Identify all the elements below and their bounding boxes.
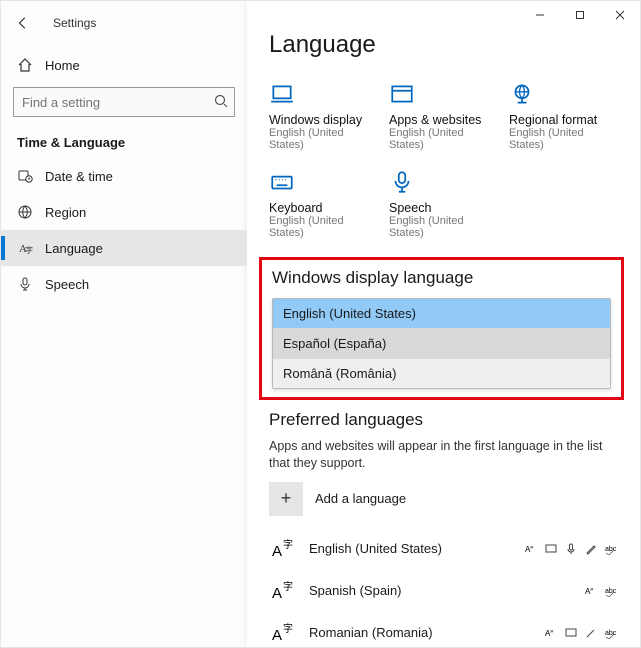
tts-icon: A»: [584, 584, 598, 598]
tile-windows-display[interactable]: Windows display English (United States): [269, 81, 379, 151]
display-language-heading: Windows display language: [272, 268, 611, 288]
tile-label: Apps & websites: [389, 113, 499, 127]
plus-icon: +: [269, 482, 303, 516]
nav-speech[interactable]: Speech: [1, 266, 247, 302]
tts-icon: A»: [544, 626, 558, 640]
language-glyph-icon: A字: [269, 618, 299, 647]
nav-label: Date & time: [45, 169, 113, 184]
back-button[interactable]: [9, 9, 37, 37]
svg-text:»: »: [550, 629, 554, 635]
language-name: English (United States): [309, 541, 524, 556]
feature-icons: A» abc: [524, 542, 618, 556]
sidebar: Settings Home Time & Language Date & tim…: [1, 1, 247, 647]
dropdown-option[interactable]: Română (România): [273, 359, 610, 388]
clock-date-icon: [17, 168, 33, 184]
svg-text:A: A: [272, 627, 282, 644]
globe-stand-icon: [509, 81, 535, 107]
tile-speech[interactable]: Speech English (United States): [389, 169, 499, 239]
language-tiles: Windows display English (United States) …: [269, 81, 618, 239]
add-language-label: Add a language: [315, 491, 406, 506]
microphone-icon: [389, 169, 415, 195]
tts-icon: A»: [524, 542, 538, 556]
language-glyph-icon: A字: [269, 534, 299, 564]
page-title: Language: [269, 31, 618, 59]
app-title: Settings: [53, 16, 96, 30]
display-language-dropdown[interactable]: English (United States) Español (España)…: [272, 298, 611, 389]
svg-text:abc: abc: [605, 630, 617, 637]
tile-sub: English (United States): [389, 215, 499, 239]
tile-keyboard[interactable]: Keyboard English (United States): [269, 169, 379, 239]
svg-text:»: »: [590, 587, 594, 593]
svg-text:字: 字: [283, 622, 293, 635]
language-name: Spanish (Spain): [309, 583, 584, 598]
spell-icon: abc: [604, 626, 618, 640]
svg-text:字: 字: [283, 580, 293, 593]
tile-sub: English (United States): [269, 215, 379, 239]
nav-language[interactable]: A字 Language: [1, 230, 247, 266]
svg-text:A: A: [272, 585, 282, 602]
microphone-icon: [17, 276, 33, 292]
preferred-languages-help: Apps and websites will appear in the fir…: [269, 438, 618, 472]
home-label: Home: [45, 58, 80, 73]
dropdown-option[interactable]: Español (España): [273, 329, 610, 359]
search-input[interactable]: [13, 87, 235, 117]
svg-text:A: A: [272, 543, 282, 560]
voice-icon: [584, 626, 598, 640]
language-glyph-icon: A字: [269, 576, 299, 606]
spell-icon: abc: [604, 584, 618, 598]
voice-icon: [564, 542, 578, 556]
add-language-button[interactable]: + Add a language: [269, 482, 618, 516]
svg-text:»: »: [530, 545, 534, 551]
display-icon: [564, 626, 578, 640]
settings-window: Settings Home Time & Language Date & tim…: [0, 0, 641, 648]
tile-apps-websites[interactable]: Apps & websites English (United States): [389, 81, 499, 151]
preferred-language-item[interactable]: A字 Spanish (Spain) A» abc: [269, 570, 618, 612]
feature-icons: A» abc: [584, 584, 618, 598]
svg-text:字: 字: [25, 245, 33, 255]
tile-label: Windows display: [269, 113, 379, 127]
language-name: Romanian (Romania): [309, 625, 544, 640]
dropdown-option-selected[interactable]: English (United States): [273, 299, 610, 329]
display-language-highlight: Windows display language English (United…: [259, 257, 624, 400]
window-icon: [389, 81, 415, 107]
main-content: Language Windows display English (United…: [247, 1, 640, 647]
keyboard-icon: [269, 169, 295, 195]
laptop-icon: [269, 81, 295, 107]
nav-label: Speech: [45, 277, 89, 292]
tile-sub: English (United States): [389, 127, 499, 151]
tile-regional-format[interactable]: Regional format English (United States): [509, 81, 619, 151]
search-icon: [213, 93, 229, 109]
maximize-button[interactable]: [560, 1, 600, 29]
preferred-languages-heading: Preferred languages: [269, 410, 618, 430]
spell-icon: abc: [604, 542, 618, 556]
tile-label: Regional format: [509, 113, 619, 127]
nav-label: Region: [45, 205, 86, 220]
category-header: Time & Language: [1, 129, 247, 158]
language-a-icon: A字: [17, 240, 33, 256]
tile-sub: English (United States): [509, 127, 619, 151]
globe-icon: [17, 204, 33, 220]
close-button[interactable]: [600, 1, 640, 29]
nav-label: Language: [45, 241, 103, 256]
preferred-language-item[interactable]: A字 Romanian (Romania) A» abc: [269, 612, 618, 647]
nav-date-time[interactable]: Date & time: [1, 158, 247, 194]
display-icon: [544, 542, 558, 556]
svg-text:abc: abc: [605, 546, 617, 553]
minimize-button[interactable]: [520, 1, 560, 29]
tile-label: Speech: [389, 201, 499, 215]
window-controls: [520, 1, 640, 29]
svg-text:字: 字: [283, 538, 293, 551]
preferred-language-item[interactable]: A字 English (United States) A» abc: [269, 528, 618, 570]
title-bar-left: Settings: [1, 1, 247, 37]
tile-label: Keyboard: [269, 201, 379, 215]
nav-region[interactable]: Region: [1, 194, 247, 230]
feature-icons: A» abc: [544, 626, 618, 640]
home-icon: [17, 57, 33, 73]
tile-sub: English (United States): [269, 127, 379, 151]
home-button[interactable]: Home: [1, 47, 247, 83]
handwriting-icon: [584, 542, 598, 556]
svg-text:abc: abc: [605, 588, 617, 595]
search-container: [13, 87, 235, 117]
